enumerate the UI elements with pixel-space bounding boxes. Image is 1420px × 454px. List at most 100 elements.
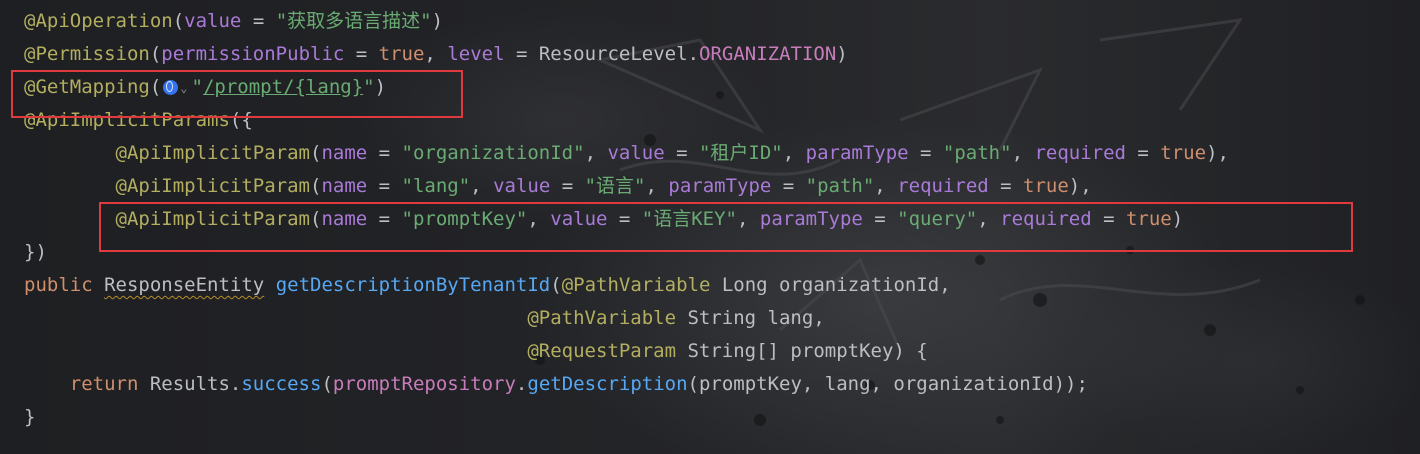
code-token: name (321, 142, 368, 164)
chevron-down-icon[interactable]: ⌄ (180, 81, 187, 95)
code-line-6[interactable]: @ApiImplicitParam(name = "lang", value =… (24, 170, 1092, 203)
code-token: ( (172, 10, 185, 32)
code-token: ) (374, 76, 387, 98)
code-line-7[interactable]: @ApiImplicitParam(name = "promptKey", va… (24, 203, 1184, 236)
code-line-4[interactable]: @ApiImplicitParams({ (24, 104, 253, 137)
code-token: . (515, 373, 528, 395)
code-token: ( (309, 142, 322, 164)
code-token: @ApiOperation (24, 10, 173, 32)
code-line-12[interactable]: return Results.success(promptRepository.… (24, 368, 1088, 401)
code-token: level (447, 43, 505, 65)
code-line-11[interactable]: @RequestParam String[] promptKey) { (24, 335, 927, 368)
code-token: ResourceLevel (538, 43, 688, 65)
code-token: ({ (229, 109, 253, 131)
code-token: " (363, 76, 375, 98)
code-token: promptRepository (332, 373, 516, 395)
code-token: "获取多语言描述" (275, 10, 432, 32)
code-editor[interactable]: @ApiOperation(value = "获取多语言描述") @Permiss… (0, 0, 1420, 454)
code-token: true (378, 43, 425, 65)
code-token: value (607, 142, 665, 164)
code-token: , (782, 142, 806, 164)
code-token: "organizationId" (401, 142, 585, 164)
code-line-9[interactable]: public ResponseEntity getDescriptionByTe… (24, 269, 951, 302)
code-token: public (24, 274, 93, 296)
code-line-8[interactable]: }) (24, 236, 47, 269)
code-token: = (550, 175, 585, 197)
code-token: name (321, 175, 368, 197)
code-line-5[interactable]: @ApiImplicitParam(name = "organizationId… (24, 137, 1229, 170)
globe-icon[interactable] (163, 80, 179, 95)
code-token: = (367, 208, 402, 230)
code-line-1[interactable]: @ApiOperation(value = "获取多语言描述") (24, 5, 443, 38)
code-token: = (367, 175, 402, 197)
code-token: }) (24, 241, 47, 263)
code-token: getDescriptionByTenantId (275, 274, 551, 296)
code-token: , (737, 208, 760, 230)
code-token: } (24, 406, 36, 428)
code-token: , (424, 43, 448, 65)
code-token: ), (1068, 175, 1092, 197)
code-token: @ApiImplicitParam (115, 142, 310, 164)
code-line-10[interactable]: @PathVariable String lang, (24, 302, 825, 335)
code-token: = (241, 10, 276, 32)
code-token: String lang, (676, 307, 825, 329)
code-token: = (504, 43, 539, 65)
code-token: required (1000, 208, 1092, 230)
code-token: ResponseEntity (104, 274, 265, 296)
code-token: ( (309, 175, 322, 197)
code-token: true (1023, 175, 1069, 197)
code-token: Results. (138, 373, 242, 395)
code-token: = (1091, 208, 1126, 230)
code-token: , (874, 175, 898, 197)
code-token: " (191, 76, 203, 98)
code-token: @PathVariable (527, 307, 677, 329)
code-token: Long organizationId, (710, 274, 951, 296)
code-line-2[interactable]: @Permission(permissionPublic = true, lev… (24, 38, 848, 71)
code-token: success (241, 373, 322, 395)
code-token: , (1011, 142, 1035, 164)
code-token: true (1125, 208, 1172, 230)
code-token: ) (1171, 208, 1184, 230)
code-token: @ApiImplicitParams (24, 109, 230, 131)
code-token: value (493, 175, 551, 197)
code-token: = (607, 208, 642, 230)
code-line-13[interactable]: } (24, 401, 35, 434)
code-token: @PathVariable (561, 274, 711, 296)
code-token: , (645, 175, 669, 197)
code-token: true (1160, 142, 1207, 164)
code-token: /prompt/{lang} (202, 76, 364, 98)
code-token: return (69, 373, 139, 395)
code-token: ) (431, 10, 444, 32)
code-token: name (321, 208, 368, 230)
code-token: = (988, 175, 1024, 197)
code-token: "租户ID" (698, 142, 783, 164)
code-token: value (550, 208, 608, 230)
code-token: "语言KEY" (641, 208, 737, 230)
code-token: ORGANIZATION (699, 43, 837, 65)
code-token: = (1125, 142, 1161, 164)
code-token: permissionPublic (161, 43, 345, 65)
code-token: ( (321, 373, 333, 395)
code-token: ( (149, 76, 162, 98)
code-token: value (184, 10, 242, 32)
code-token: "lang" (401, 175, 471, 197)
code-token: ), (1206, 142, 1229, 164)
code-token: @RequestParam (527, 340, 677, 362)
code-token: paramType (805, 142, 909, 164)
code-token: , (470, 175, 494, 197)
code-token: @ApiImplicitParam (115, 208, 310, 230)
code-line-3[interactable]: @GetMapping( ⌄ "/prompt/{lang}") (24, 71, 386, 104)
code-token: ) (836, 43, 848, 65)
code-token: = (771, 175, 806, 197)
code-token: ( (550, 274, 562, 296)
code-token: @GetMapping (24, 76, 150, 98)
code-token: paramType (759, 208, 863, 230)
code-token: ( (309, 208, 322, 230)
code-token: = (344, 43, 379, 65)
